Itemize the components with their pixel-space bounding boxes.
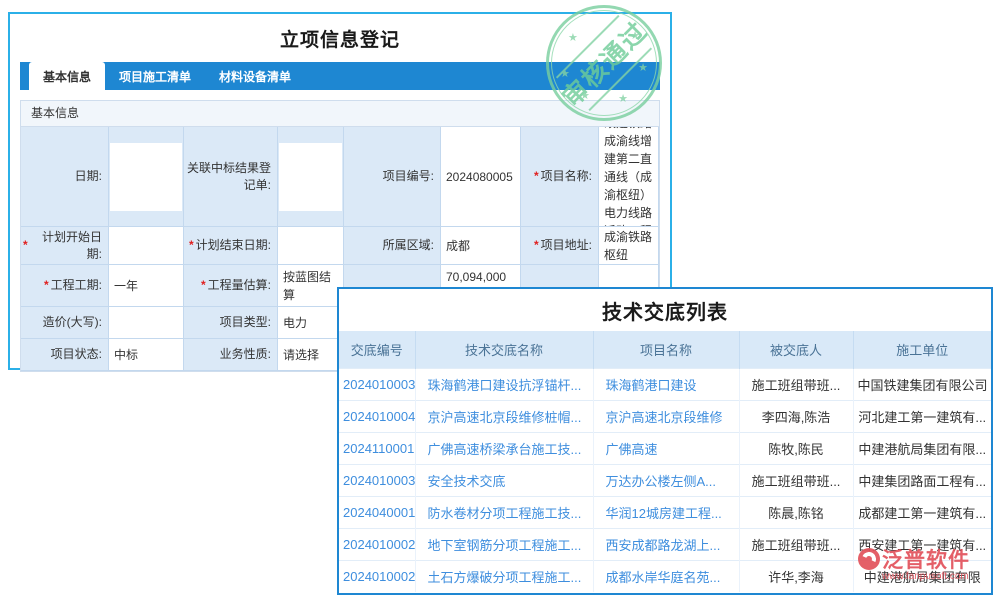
tab-bar: 基本信息项目施工清单材料设备清单	[20, 62, 660, 90]
table-row: 2024010002地下室钢筋分项工程施工...西安成都路龙湖上...施工班组带…	[339, 528, 991, 560]
cell-text: 成都建工第一建筑有...	[853, 496, 991, 528]
cell-link[interactable]: 京沪高速北京段维修桩帽...	[415, 400, 593, 432]
required-asterisk: *	[534, 237, 539, 254]
cell-text: 中建集团路面工程有...	[853, 464, 991, 496]
cell-text: 施工班组带班...	[739, 464, 853, 496]
field-value[interactable]: 一年	[109, 265, 184, 307]
field-label: *工程工期:	[21, 265, 109, 307]
cell-text: 中建港航局集团有限	[853, 560, 991, 592]
disclosure-table: 交底编号技术交底名称项目名称被交底人施工单位 2024010003珠海鹤港口建设…	[339, 331, 991, 592]
cell-link[interactable]: 京沪高速北京段维修	[593, 400, 739, 432]
table-row: 2024010003珠海鹤港口建设抗浮锚杆...珠海鹤港口建设施工班组带班...…	[339, 368, 991, 400]
required-asterisk: *	[44, 277, 49, 294]
table-row: 2024010004京沪高速北京段维修桩帽...京沪高速北京段维修李四海,陈浩河…	[339, 400, 991, 432]
field-label: 所属区域:	[344, 227, 441, 265]
section-title: 基本信息	[21, 101, 659, 127]
table-body: 2024010003珠海鹤港口建设抗浮锚杆...珠海鹤港口建设施工班组带班...…	[339, 368, 991, 592]
cell-text: 许华,李海	[739, 560, 853, 592]
cell-link[interactable]: 防水卷材分项工程施工技...	[415, 496, 593, 528]
field-label: *计划结束日期:	[184, 227, 278, 265]
cell-link[interactable]: 2024110001	[339, 432, 415, 464]
field-value[interactable]: 改建铁路成渝线增建第二直通线（成渝枢纽）电力线路迁改工程	[599, 127, 659, 227]
column-header: 交底编号	[339, 331, 415, 368]
field-value[interactable]	[109, 307, 184, 339]
field-value[interactable]: 按蓝图结算	[278, 265, 344, 307]
table-row: 2024010002土石方爆破分项工程施工...成都水岸华庭名苑...许华,李海…	[339, 560, 991, 592]
cell-link[interactable]: 西安成都路龙湖上...	[593, 528, 739, 560]
cell-link[interactable]: 2024010003	[339, 368, 415, 400]
field-value	[109, 127, 184, 227]
required-asterisk: *	[534, 168, 539, 185]
column-header: 被交底人	[739, 331, 853, 368]
field-value[interactable]: 成都	[441, 227, 521, 265]
cell-link[interactable]: 珠海鹤港口建设抗浮锚杆...	[415, 368, 593, 400]
field-label: *项目地址:	[521, 227, 599, 265]
cell-link[interactable]: 地下室钢筋分项工程施工...	[415, 528, 593, 560]
field-value[interactable]: 中标	[109, 339, 184, 371]
cell-link[interactable]: 万达办公楼左侧A...	[593, 464, 739, 496]
text-input[interactable]	[110, 143, 182, 211]
column-header: 施工单位	[853, 331, 991, 368]
cell-link[interactable]: 华润12城房建工程...	[593, 496, 739, 528]
cell-link[interactable]: 土石方爆破分项工程施工...	[415, 560, 593, 592]
field-value[interactable]: 2024080005	[441, 127, 521, 227]
cell-link[interactable]: 成都水岸华庭名苑...	[593, 560, 739, 592]
cell-text: 中国铁建集团有限公司	[853, 368, 991, 400]
field-value[interactable]	[278, 227, 344, 265]
tab-基本信息[interactable]: 基本信息	[29, 62, 105, 90]
field-label: 造价(大写):	[21, 307, 109, 339]
cell-text: 中建港航局集团有限...	[853, 432, 991, 464]
cell-link[interactable]: 2024010002	[339, 528, 415, 560]
cell-text: 河北建工第一建筑有...	[853, 400, 991, 432]
cell-text: 施工班组带班...	[739, 528, 853, 560]
field-value	[278, 127, 344, 227]
cell-link[interactable]: 2024010004	[339, 400, 415, 432]
field-label: 项目状态:	[21, 339, 109, 371]
field-label: *工程量估算:	[184, 265, 278, 307]
field-value[interactable]: 成渝铁路 枢纽	[599, 227, 659, 265]
cell-text: 施工班组带班...	[739, 368, 853, 400]
cell-link[interactable]: 安全技术交底	[415, 464, 593, 496]
cell-text: 陈牧,陈民	[739, 432, 853, 464]
tab-项目施工清单[interactable]: 项目施工清单	[105, 62, 205, 90]
cell-link[interactable]: 2024040001	[339, 496, 415, 528]
required-asterisk: *	[189, 237, 194, 254]
field-label: 项目编号:	[344, 127, 441, 227]
field-label: 日期:	[21, 127, 109, 227]
text-input[interactable]	[279, 143, 342, 211]
field-label: 项目类型:	[184, 307, 278, 339]
cell-text: 陈晨,陈铭	[739, 496, 853, 528]
field-label: *项目名称:	[521, 127, 599, 227]
cell-link[interactable]: 2024010002	[339, 560, 415, 592]
cell-link[interactable]: 广佛高速	[593, 432, 739, 464]
table-row: 2024010003安全技术交底万达办公楼左侧A...施工班组带班...中建集团…	[339, 464, 991, 496]
list-title: 技术交底列表	[339, 289, 991, 331]
required-asterisk: *	[23, 237, 28, 254]
table-row: 2024040001防水卷材分项工程施工技...华润12城房建工程...陈晨,陈…	[339, 496, 991, 528]
required-asterisk: *	[201, 277, 206, 294]
field-value[interactable]: 请选择	[278, 339, 344, 371]
cell-link[interactable]: 广佛高速桥梁承台施工技...	[415, 432, 593, 464]
column-header: 项目名称	[593, 331, 739, 368]
field-label: 关联中标结果登记单:	[184, 127, 278, 227]
cell-link[interactable]: 2024010003	[339, 464, 415, 496]
column-header: 技术交底名称	[415, 331, 593, 368]
table-row: 2024110001广佛高速桥梁承台施工技...广佛高速陈牧,陈民中建港航局集团…	[339, 432, 991, 464]
field-label: 业务性质:	[184, 339, 278, 371]
page-title: 立项信息登记	[10, 14, 670, 62]
cell-link[interactable]: 珠海鹤港口建设	[593, 368, 739, 400]
field-value[interactable]	[109, 227, 184, 265]
cell-text: 西安建工第一建筑有...	[853, 528, 991, 560]
field-value[interactable]: 电力	[278, 307, 344, 339]
tech-disclosure-panel: 技术交底列表 交底编号技术交底名称项目名称被交底人施工单位 2024010003…	[337, 287, 993, 595]
tab-材料设备清单[interactable]: 材料设备清单	[205, 62, 305, 90]
field-label: *计划开始日期:	[21, 227, 109, 265]
table-header-row: 交底编号技术交底名称项目名称被交底人施工单位	[339, 331, 991, 368]
cell-text: 李四海,陈浩	[739, 400, 853, 432]
